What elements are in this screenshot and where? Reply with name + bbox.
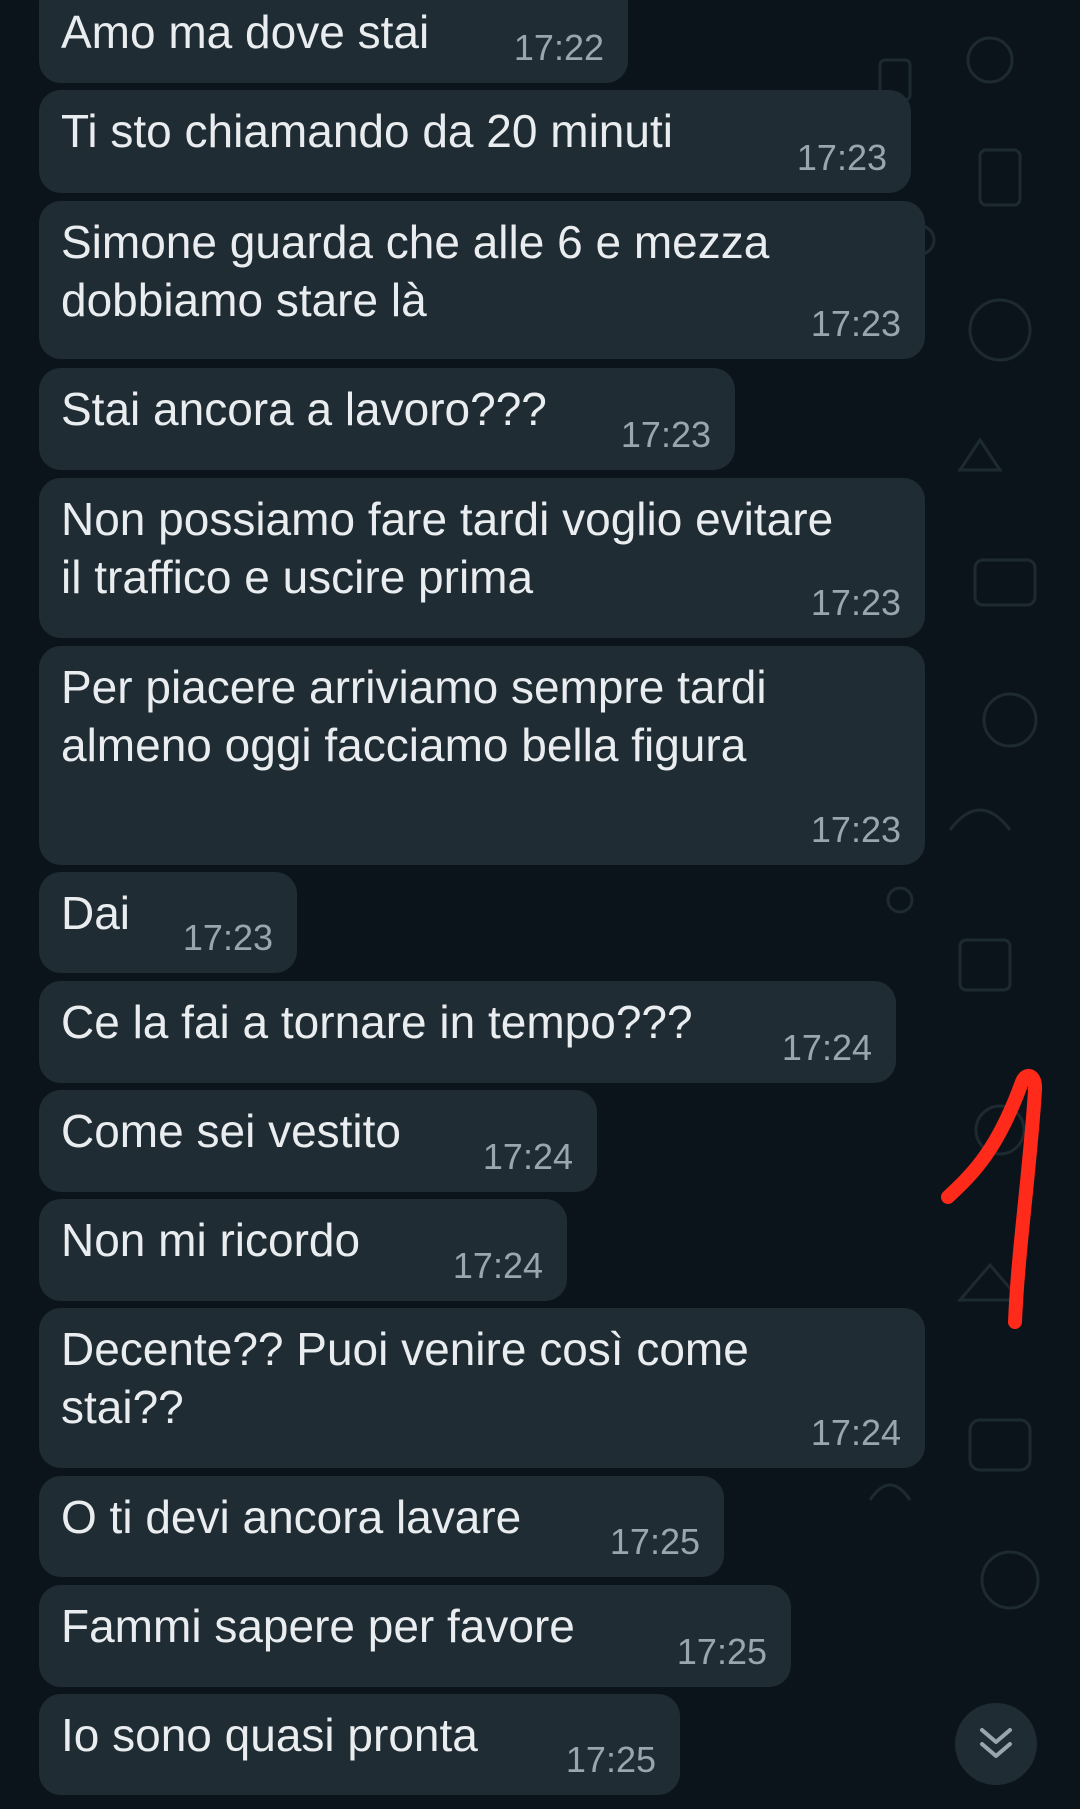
message-bubble[interactable]: O ti devi ancora lavare 17:25 xyxy=(39,1476,724,1577)
message-bubble[interactable]: Per piacere arriviamo sempre tardi almen… xyxy=(39,646,925,865)
message-text: Fammi sapere per favore xyxy=(61,1600,575,1652)
message-time: 17:24 xyxy=(781,1027,872,1068)
message-bubble[interactable]: Decente?? Puoi venire così come stai?? 1… xyxy=(39,1308,925,1468)
message-bubble[interactable]: Simone guarda che alle 6 e mezza dobbiam… xyxy=(39,201,925,359)
message-text: Stai ancora a lavoro??? xyxy=(61,383,547,435)
message-text: Ce la fai a tornare in tempo??? xyxy=(61,996,693,1048)
double-chevron-down-icon xyxy=(980,1728,1012,1758)
message-bubble[interactable]: Non mi ricordo 17:24 xyxy=(39,1199,567,1301)
message-time: 17:23 xyxy=(810,582,901,623)
message-bubble[interactable]: Amo ma dove stai 17:22 xyxy=(39,0,628,83)
message-text: Io sono quasi pronta xyxy=(61,1709,478,1761)
message-time: 17:23 xyxy=(810,303,901,344)
message-bubble[interactable]: Ti sto chiamando da 20 minuti 17:23 xyxy=(39,90,911,193)
handwritten-annotation-one xyxy=(941,1068,1043,1329)
message-time: 17:25 xyxy=(609,1521,700,1562)
message-text: Non mi ricordo xyxy=(61,1214,361,1266)
message-bubble[interactable]: Io sono quasi pronta 17:25 xyxy=(39,1694,680,1795)
message-text: Dai xyxy=(61,887,131,939)
message-text: Non possiamo fare tardi voglio evitare i… xyxy=(61,493,834,603)
scroll-to-bottom-button[interactable] xyxy=(955,1703,1037,1785)
chat-background: Amo ma dove stai 17:22 Ti sto chiamando … xyxy=(0,0,1080,1809)
message-time: 17:23 xyxy=(810,809,901,850)
message-time: 17:23 xyxy=(182,917,273,958)
message-text: Amo ma dove stai xyxy=(61,6,430,58)
message-bubble[interactable]: Dai 17:23 xyxy=(39,872,297,973)
message-time: 17:23 xyxy=(796,137,887,178)
message-time: 17:22 xyxy=(513,27,604,68)
message-bubble[interactable]: Non possiamo fare tardi voglio evitare i… xyxy=(39,478,925,638)
message-text: Come sei vestito xyxy=(61,1105,402,1157)
message-bubble[interactable]: Come sei vestito 17:24 xyxy=(39,1090,597,1192)
message-time: 17:25 xyxy=(676,1631,767,1672)
message-time: 17:23 xyxy=(620,414,711,455)
message-text: Ti sto chiamando da 20 minuti xyxy=(61,105,673,157)
message-text: O ti devi ancora lavare xyxy=(61,1491,522,1543)
message-bubble[interactable]: Stai ancora a lavoro??? 17:23 xyxy=(39,368,735,470)
message-bubble[interactable]: Ce la fai a tornare in tempo??? 17:24 xyxy=(39,981,896,1083)
message-time: 17:25 xyxy=(565,1739,656,1780)
message-text: Simone guarda che alle 6 e mezza dobbiam… xyxy=(61,216,770,326)
message-time: 17:24 xyxy=(452,1245,543,1286)
message-text: Per piacere arriviamo sempre tardi almen… xyxy=(61,661,767,771)
message-bubble[interactable]: Fammi sapere per favore 17:25 xyxy=(39,1585,791,1687)
message-text: Decente?? Puoi venire così come stai?? xyxy=(61,1323,749,1433)
message-time: 17:24 xyxy=(810,1412,901,1453)
message-time: 17:24 xyxy=(482,1136,573,1177)
